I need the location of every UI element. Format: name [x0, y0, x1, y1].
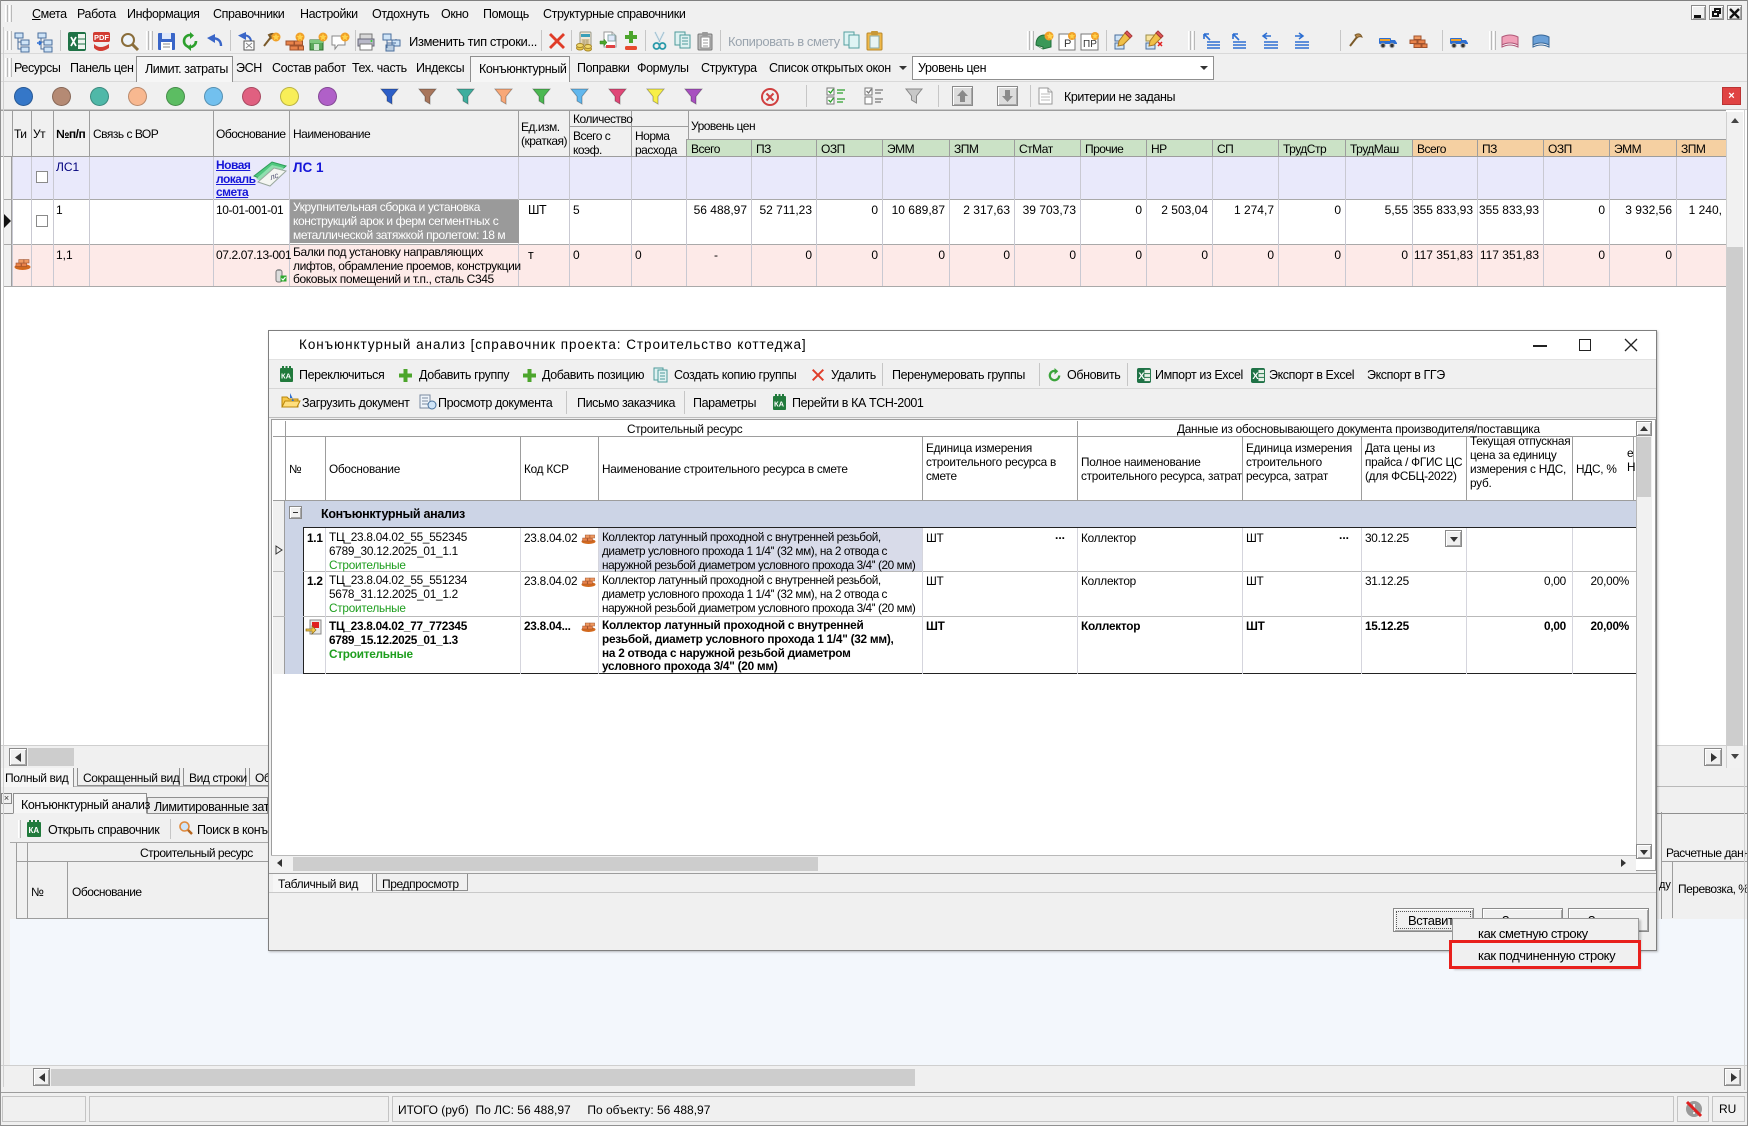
svg-text:КА: КА — [281, 372, 292, 381]
svg-text:P: P — [1064, 38, 1071, 50]
svg-text:КА: КА — [29, 826, 40, 835]
svg-text:X: X — [1252, 371, 1259, 381]
svg-text:PDF: PDF — [94, 33, 109, 42]
svg-text:КА: КА — [774, 400, 785, 409]
svg-text:ПР: ПР — [1083, 39, 1097, 50]
svg-text:X: X — [1138, 371, 1145, 381]
